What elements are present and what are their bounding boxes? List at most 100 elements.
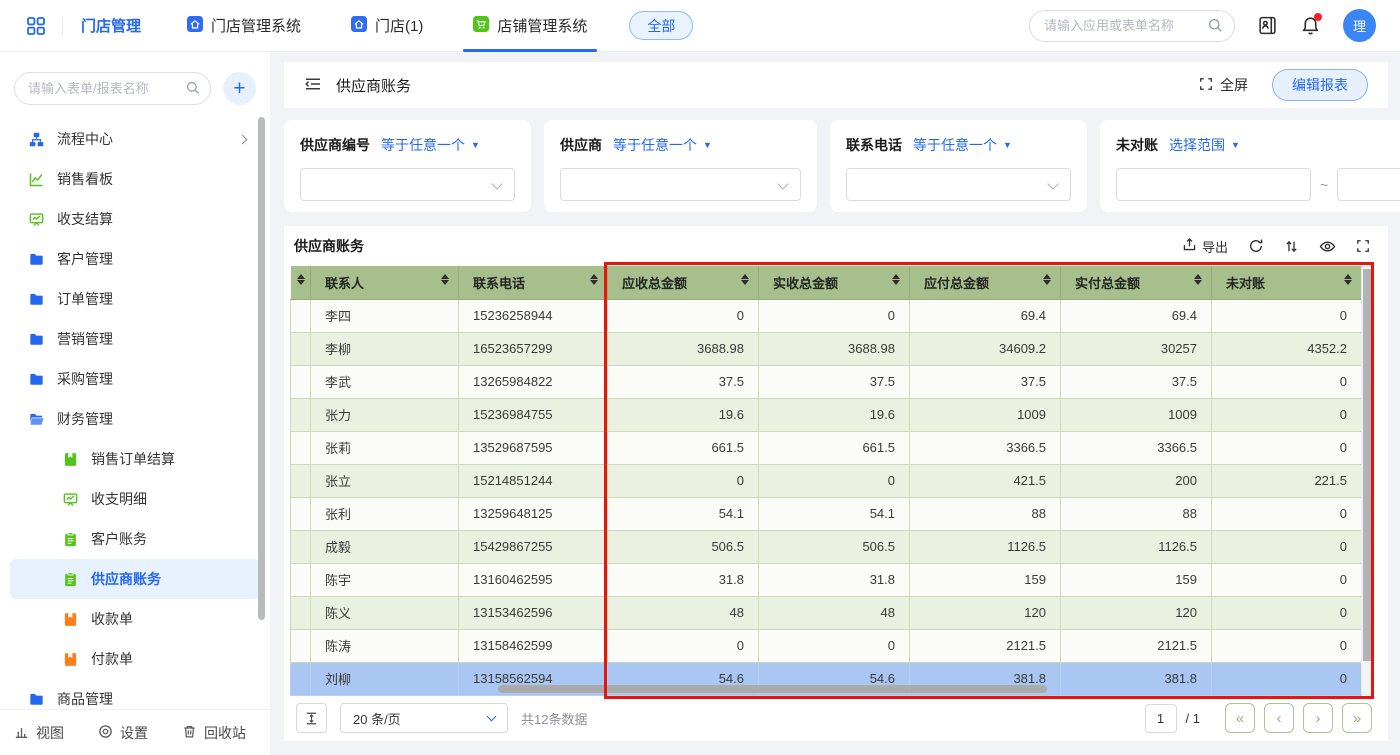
range-max-input[interactable] bbox=[1337, 168, 1400, 201]
notification-bell-icon[interactable] bbox=[1300, 15, 1321, 36]
vertical-scrollbar[interactable] bbox=[1361, 266, 1374, 695]
filter-select[interactable] bbox=[846, 168, 1071, 201]
search-icon[interactable] bbox=[186, 81, 200, 98]
cart-icon bbox=[473, 16, 489, 36]
horizontal-scrollbar[interactable] bbox=[498, 685, 1047, 693]
sidebar-item-13[interactable]: 付款单 bbox=[10, 639, 260, 679]
clipboard-icon bbox=[62, 532, 78, 547]
table-row[interactable]: 陈宇1316046259531.831.81591590 bbox=[291, 563, 1362, 596]
page-size-select[interactable]: 20 条/页 bbox=[340, 703, 508, 733]
cell: 2121.5 bbox=[1061, 629, 1212, 662]
last-page-button[interactable]: » bbox=[1342, 703, 1372, 733]
cell: 0 bbox=[759, 629, 910, 662]
sidebar-item-5[interactable]: 营销管理 bbox=[10, 319, 260, 359]
column-header-3[interactable]: 实收总金额 bbox=[759, 266, 910, 299]
form-search-input[interactable] bbox=[14, 72, 211, 105]
table-row[interactable]: 张力1523698475519.619.6100910090 bbox=[291, 398, 1362, 431]
sort-icon bbox=[1344, 274, 1352, 285]
all-apps-button[interactable]: 全部 bbox=[629, 11, 693, 40]
sidebar-search-row: + bbox=[0, 52, 270, 113]
column-header-5[interactable]: 实付总金额 bbox=[1061, 266, 1212, 299]
cell: 刘柳 bbox=[311, 662, 459, 695]
cell-stub bbox=[291, 497, 311, 530]
table-row[interactable]: 李四152362589440069.469.40 bbox=[291, 299, 1362, 332]
sort-icon bbox=[441, 274, 449, 285]
operator-dropdown[interactable]: 选择范围 bbox=[1169, 135, 1225, 155]
table-fullscreen-icon[interactable] bbox=[1356, 239, 1370, 253]
views-button[interactable]: 视图 bbox=[14, 723, 64, 743]
tab-store-mgmt-system[interactable]: 门店管理系统 bbox=[187, 0, 301, 52]
workspace-title[interactable]: 门店管理 bbox=[81, 15, 141, 36]
search-icon[interactable] bbox=[1208, 18, 1223, 36]
sidebar-item-4[interactable]: 订单管理 bbox=[10, 279, 260, 319]
prev-page-button[interactable]: ‹ bbox=[1264, 703, 1294, 733]
tab-store-1[interactable]: 门店(1) bbox=[351, 0, 423, 52]
column-header-0[interactable]: 联系人 bbox=[311, 266, 459, 299]
sidebar-item-12[interactable]: 收款单 bbox=[10, 599, 260, 639]
sidebar-item-7[interactable]: 财务管理 bbox=[10, 399, 260, 439]
filter-select[interactable] bbox=[300, 168, 515, 201]
edit-report-button[interactable]: 编辑报表 bbox=[1272, 69, 1368, 101]
tab-shop-mgmt-system-active[interactable]: 店铺管理系统 bbox=[473, 0, 587, 52]
cell: 69.4 bbox=[910, 299, 1061, 332]
sidebar-item-10[interactable]: 客户账务 bbox=[10, 519, 260, 559]
cell: 506.5 bbox=[759, 530, 910, 563]
settings-button[interactable]: 设置 bbox=[98, 723, 148, 743]
table-row[interactable]: 李武1326598482237.537.537.537.50 bbox=[291, 365, 1362, 398]
cell: 421.5 bbox=[910, 464, 1061, 497]
eye-icon[interactable] bbox=[1319, 238, 1336, 255]
operator-dropdown[interactable]: 等于任意一个 bbox=[381, 135, 465, 155]
caret-down-icon: ▼ bbox=[1003, 140, 1012, 150]
recycle-bin-button[interactable]: 回收站 bbox=[182, 723, 246, 743]
table-row[interactable]: 张利1325964812554.154.188880 bbox=[291, 497, 1362, 530]
table-row[interactable]: 成毅15429867255506.5506.51126.51126.50 bbox=[291, 530, 1362, 563]
table-row[interactable]: 李柳165236572993688.983688.9834609.2302574… bbox=[291, 332, 1362, 365]
range-min-input[interactable] bbox=[1116, 168, 1311, 201]
add-form-button[interactable]: + bbox=[223, 72, 256, 105]
page-number-input[interactable] bbox=[1145, 704, 1177, 733]
cell: 0 bbox=[1212, 398, 1362, 431]
column-header-2[interactable]: 应收总金额 bbox=[608, 266, 759, 299]
topbar: 门店管理 门店管理系统 门店(1) 店铺管理系统 全部 bbox=[0, 0, 1400, 52]
row-height-button[interactable] bbox=[296, 703, 327, 733]
refresh-icon[interactable] bbox=[1248, 238, 1264, 254]
sidebar-item-8[interactable]: 销售订单结算 bbox=[10, 439, 260, 479]
filter-select[interactable] bbox=[560, 168, 801, 201]
divider bbox=[62, 17, 63, 35]
sidebar-item-2[interactable]: 收支结算 bbox=[10, 199, 260, 239]
column-header-4[interactable]: 应付总金额 bbox=[910, 266, 1061, 299]
sidebar-item-11[interactable]: 供应商账务 bbox=[10, 559, 260, 599]
apps-grid-icon[interactable] bbox=[26, 16, 46, 36]
book-green-icon bbox=[62, 452, 78, 467]
global-search-input[interactable] bbox=[1029, 10, 1235, 42]
next-page-button[interactable]: › bbox=[1303, 703, 1333, 733]
cell: 李武 bbox=[311, 365, 459, 398]
sidebar-item-9[interactable]: 收支明细 bbox=[10, 479, 260, 519]
fullscreen-button[interactable]: 全屏 bbox=[1199, 75, 1248, 95]
column-header-6[interactable]: 未对账 bbox=[1212, 266, 1362, 299]
operator-dropdown[interactable]: 等于任意一个 bbox=[613, 135, 697, 155]
cell-stub bbox=[291, 299, 311, 332]
sidebar-item-0[interactable]: 流程中心 bbox=[10, 119, 260, 159]
cell: 陈宇 bbox=[311, 563, 459, 596]
table-row[interactable]: 张立1521485124400421.5200221.5 bbox=[291, 464, 1362, 497]
sidebar-item-6[interactable]: 采购管理 bbox=[10, 359, 260, 399]
sort-order-icon[interactable] bbox=[1284, 239, 1299, 254]
cell: 661.5 bbox=[759, 431, 910, 464]
sidebar-scrollbar[interactable] bbox=[258, 117, 265, 620]
address-book-icon[interactable] bbox=[1257, 15, 1278, 36]
cell-stub bbox=[291, 464, 311, 497]
user-avatar[interactable]: 理 bbox=[1343, 9, 1376, 42]
table-row[interactable]: 陈涛13158462599002121.52121.50 bbox=[291, 629, 1362, 662]
export-button[interactable]: 导出 bbox=[1182, 237, 1228, 256]
table-row[interactable]: 张莉13529687595661.5661.53366.53366.50 bbox=[291, 431, 1362, 464]
first-page-button[interactable]: « bbox=[1225, 703, 1255, 733]
cell: 3688.98 bbox=[759, 332, 910, 365]
column-header-stub[interactable] bbox=[291, 266, 311, 299]
sidebar-item-1[interactable]: 销售看板 bbox=[10, 159, 260, 199]
operator-dropdown[interactable]: 等于任意一个 bbox=[913, 135, 997, 155]
column-header-1[interactable]: 联系电话 bbox=[459, 266, 608, 299]
sidebar-item-3[interactable]: 客户管理 bbox=[10, 239, 260, 279]
collapse-sidebar-icon[interactable] bbox=[304, 76, 322, 95]
table-row[interactable]: 陈义1315346259648481201200 bbox=[291, 596, 1362, 629]
